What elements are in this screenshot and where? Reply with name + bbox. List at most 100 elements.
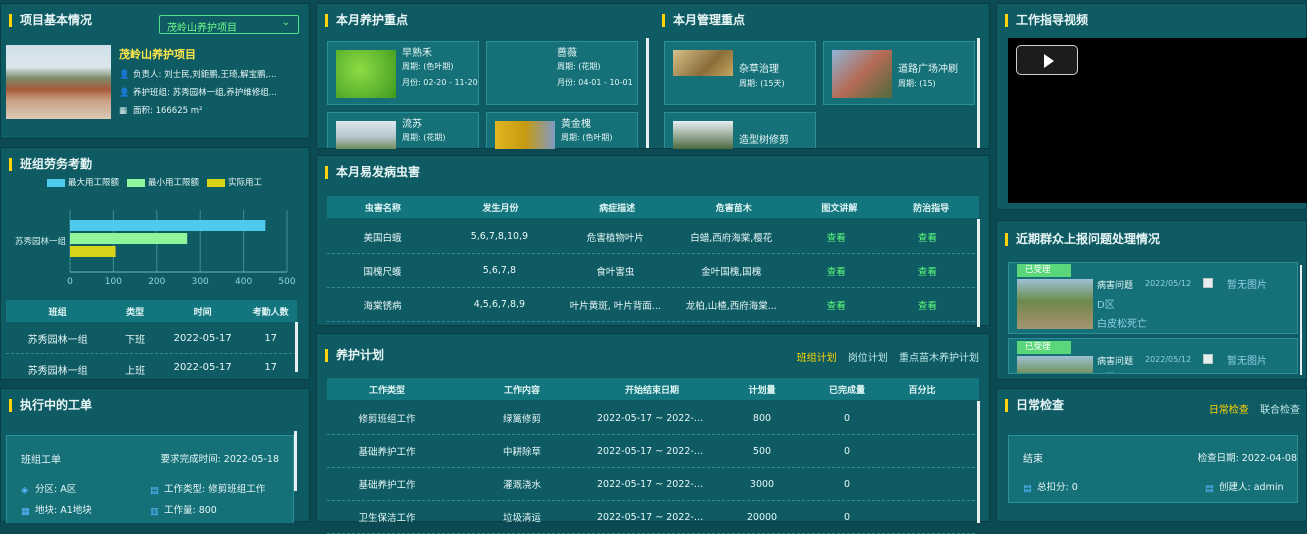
workorder-type: ▤ 工作类型: 修剪班组工作 [150,484,266,496]
table-row[interactable]: 苏秀园林一组 下班 2022-05-17 17 [6,324,297,354]
table-row[interactable]: 基础养护工作 中耕除草 2022-05-17 ~ 2022-05-18 500 0 [327,435,975,468]
table-row[interactable]: 苏秀园林一组 上班 2022-05-17 17 [6,362,297,380]
table-cell: 白蜡,西府海棠,樱花 [690,232,773,244]
care-item-period: 周期: (花期) [402,133,446,142]
plan-panel-title: 养护计划 [325,349,384,362]
table-cell: 海棠锈病 [363,300,402,312]
workorder-card[interactable]: 班组工单 要求完成时间: 2022-05-18 ◈ 分区: A区 ▤ 工作类型: 修… [6,435,294,523]
inspection-card[interactable]: 结束 检查日期: 2022-04-08 ▤ 总扣分: 0 ▤ 创建人: admin [1008,435,1298,503]
video-panel-title: 工作指导视频 [1005,14,1088,27]
table-row[interactable]: 卫生保洁工作垃圾清运2022-05-17 ~ 2022-05-18200000 [327,501,975,534]
view-guide-link[interactable]: 查看 [793,298,880,312]
care-item-name: 早熟禾 [402,48,432,59]
care-item-period: 周期: (花期) [557,62,601,71]
th-pest-plants: 危害苗木 [715,203,752,214]
th-count: 考勤人数 [252,307,289,318]
table-row[interactable]: 美国白蛾 5,6,7,8,10,9 危害植物叶片 白蜡,西府海棠,樱花 查看 查看 [327,220,975,254]
table-cell: 0 [843,511,851,523]
mgmt-item-card[interactable]: 造型树修剪 [664,112,816,149]
team-row: 👤 养护班组: 苏秀园林一组,养护维修组... [119,87,277,99]
care-item-photo [336,121,396,149]
inspection-date: 检查日期: 2022-04-08 [1197,453,1297,464]
report-card[interactable]: 已受理 病害问题 2022/05/12 暂无图片 D区 白皮松死亡 [1008,262,1298,334]
care-item-period: 周期: (色叶期) [402,62,454,71]
tab-joint-check[interactable]: 联合检查 [1260,405,1300,416]
report-type: 病害问题 [1097,357,1134,367]
table-cell: 灌溉浇水 [502,480,541,491]
th-pest-desc: 病症描述 [599,203,636,214]
tab-post-plan[interactable]: 岗位计划 [848,353,888,364]
table-cell: 0 [843,478,851,490]
view-guide-link[interactable]: 查看 [793,264,880,278]
table-row[interactable]: 修剪班组工作 绿篱修剪 2022-05-17 ~ 2022-05-18 800 0 [327,402,975,435]
play-button[interactable] [1016,45,1078,75]
reports-panel-title: 近期群众上报问题处理情况 [1005,233,1160,246]
care-item-card[interactable]: 黄金槐 周期: (色叶期) [486,112,638,149]
bar-min [70,233,188,244]
image-placeholder-icon [1203,278,1213,288]
area-row: ▦ 面积: 166625 m² [119,105,203,117]
mgmt-item-name: 造型树修剪 [739,135,789,146]
grid-icon: ▦ [21,505,30,517]
table-cell: 800 [752,412,772,424]
table-cell: 食叶害虫 [596,266,635,278]
pests-table-header: 虫害名称 发生月份 病症描述 危害苗木 图文讲解 防治指导 [327,196,979,218]
care-item-name: 黄金槐 [561,119,591,130]
view-control-link[interactable]: 查看 [880,230,975,244]
inspection-panel-title: 日常检查 [1005,399,1064,412]
table-row[interactable]: 国槐尺蠖 5,6,7,8 食叶害虫 金叶国槐,国槐 查看 查看 [327,254,975,288]
mgmt-item-card[interactable]: 杂草治理 周期: (15天) [664,41,816,105]
view-guide-link[interactable]: 查看 [793,230,880,244]
care-scrollbar[interactable] [646,38,649,148]
plan-scrollbar[interactable] [977,401,980,523]
tab-key-plant-plan[interactable]: 重点苗木养护计划 [899,353,979,364]
reports-scrollbar[interactable] [1300,265,1302,375]
attendance-scrollbar[interactable] [295,322,298,372]
report-photo [1017,356,1093,373]
layers-icon: ◈ [21,484,29,496]
chevron-down-icon: ⌄ [281,17,290,28]
th-pest-month: 发生月份 [482,203,519,214]
table-cell: 2022-05-17 ~ 2022-05-18 [597,478,707,490]
workorders-scrollbar[interactable] [294,431,297,491]
table-row[interactable]: 海棠锈病 4,5,6,7,8,9 叶片黄斑, 叶片背面... 龙柏,山楂,西府海棠..… [327,288,975,322]
image-placeholder-icon [1203,354,1213,364]
care-item-card[interactable]: 流苏 周期: (花期) [327,112,479,149]
pests-scrollbar[interactable] [977,219,980,327]
report-zone: D区 [1097,300,1115,311]
play-icon [1044,54,1054,68]
document-icon: ▤ [150,484,159,496]
table-row[interactable]: 基础养护工作 灌溉浇水 2022-05-17 ~ 2022-05-18 3000 0 [327,468,975,501]
legend-swatch-min [127,178,146,187]
x-tick-label: 100 [105,277,122,287]
inspection-score: ▤ 总扣分: 0 [1023,482,1078,494]
report-desc: 白皮松死亡 [1097,319,1147,330]
care-item-card[interactable]: 早熟禾 周期: (色叶期) 月份: 02-20 - 11-20 [327,41,479,105]
report-card[interactable]: 已受理 病害问题 2022/05/12 暂无图片 D区 [1008,338,1298,374]
view-control-link[interactable]: 查看 [880,298,975,312]
monthly-focus-panel: 本月养护重点 本月管理重点 早熟禾 周期: (色叶期) 月份: 02-20 - … [316,3,990,149]
video-player[interactable] [1008,38,1307,203]
view-control-link[interactable]: 查看 [880,264,975,278]
video-panel: 工作指导视频 [996,3,1307,210]
report-date: 2022/05/12 [1145,279,1192,288]
chart-icon: ▥ [150,505,159,517]
workorder-deadline: 要求完成时间: 2022-05-18 [160,454,279,465]
inspection-status: 结束 [1023,454,1043,465]
table-cell: 2022-05-17 ~ 2022-05-18 [597,412,707,424]
workorder-plot: ▦ 地块: A1地块 [21,505,92,517]
monthly-mgmt-title: 本月管理重点 [662,14,745,27]
project-select[interactable]: 茂岭山养护项目 ⌄ [159,15,299,34]
tab-daily-check[interactable]: 日常检查 [1209,405,1249,416]
tab-team-plan[interactable]: 班组计划 [797,353,837,364]
table-cell: 3000 [749,478,775,490]
care-item-name: 流苏 [402,119,422,130]
care-item-card[interactable]: 蔷薇 周期: (花期) 月份: 04-01 - 10-01 [486,41,638,105]
x-tick-label: 400 [235,277,252,287]
mgmt-scrollbar[interactable] [977,38,980,148]
mgmt-item-card[interactable]: 道路广场冲刷 周期: (15) [823,41,975,105]
bar-max [70,220,266,231]
table-cell: 修剪班组工作 [358,414,416,425]
th-team: 班组 [48,307,67,318]
table-cell: 龙柏,山楂,西府海棠... [685,300,777,312]
